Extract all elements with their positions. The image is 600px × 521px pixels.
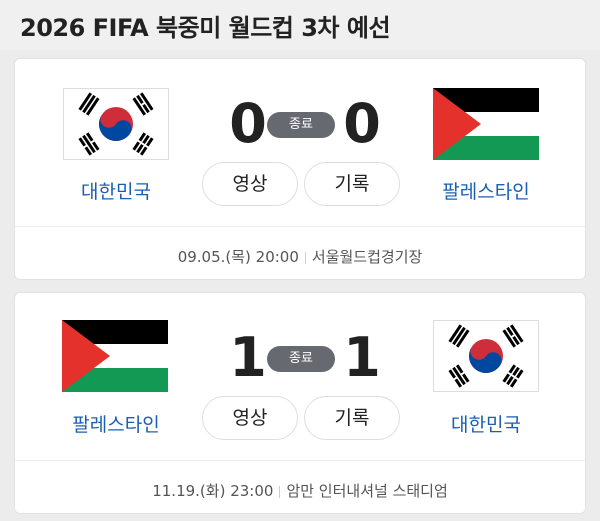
video-button[interactable]: 영상 bbox=[202, 162, 298, 206]
match-datetime: 09.05.(목) 20:00 bbox=[177, 248, 299, 266]
match-card: 팔레스타인 1 종료 1 영상 기록 대한민국 11.19.(화) 23:00 … bbox=[14, 292, 586, 514]
palestine-flag-icon bbox=[62, 320, 168, 392]
match-venue: 서울월드컵경기장 bbox=[311, 248, 423, 266]
korea-flag-icon bbox=[63, 88, 169, 160]
home-score: 0 bbox=[229, 92, 267, 155]
korea-flag-icon bbox=[433, 320, 539, 392]
separator bbox=[304, 251, 306, 264]
match-info: 11.19.(화) 23:00 암만 인터내셔널 스태디엄 bbox=[15, 480, 585, 501]
home-team-name[interactable]: 팔레스타인 bbox=[46, 410, 186, 437]
separator bbox=[279, 485, 281, 498]
page-title: 2026 FIFA 북중미 월드컵 3차 예선 bbox=[20, 14, 391, 42]
card-gap bbox=[0, 280, 600, 292]
away-score: 0 bbox=[343, 92, 381, 155]
home-score: 1 bbox=[229, 326, 267, 389]
record-button[interactable]: 기록 bbox=[304, 396, 400, 440]
home-team-name[interactable]: 대한민국 bbox=[46, 177, 186, 204]
video-button[interactable]: 영상 bbox=[202, 396, 298, 440]
match-card: 대한민국 0 종료 0 영상 기록 팔레스타인 09.05.(목) 20:00 서… bbox=[14, 58, 586, 280]
status-badge: 종료 bbox=[267, 346, 335, 372]
record-button[interactable]: 기록 bbox=[304, 162, 400, 206]
palestine-flag-icon bbox=[433, 88, 539, 160]
divider bbox=[15, 226, 585, 227]
match-datetime: 11.19.(화) 23:00 bbox=[152, 482, 274, 500]
match-venue: 암만 인터내셔널 스태디엄 bbox=[286, 482, 448, 500]
status-badge: 종료 bbox=[267, 112, 335, 138]
away-team-name[interactable]: 대한민국 bbox=[416, 410, 556, 437]
section-header: 2026 FIFA 북중미 월드컵 3차 예선 bbox=[0, 0, 600, 50]
away-team-name[interactable]: 팔레스타인 bbox=[416, 177, 556, 204]
divider bbox=[15, 460, 585, 461]
away-score: 1 bbox=[343, 326, 381, 389]
match-info: 09.05.(목) 20:00 서울월드컵경기장 bbox=[15, 246, 585, 267]
